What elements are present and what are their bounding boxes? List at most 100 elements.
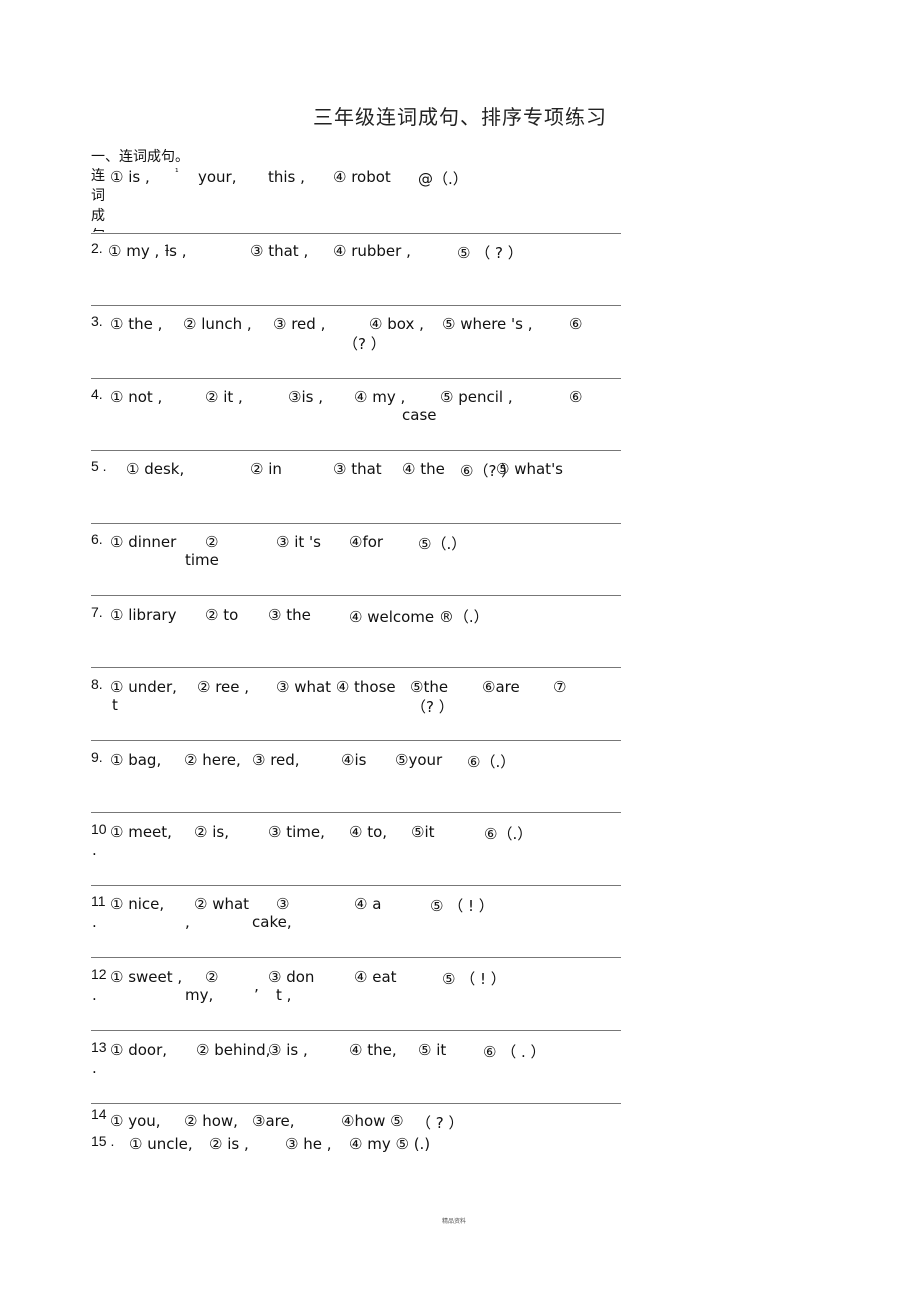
word-token: @（.） [418,170,468,188]
word-token: ④is [341,751,367,769]
word-token: ③ what ④ those [276,678,396,696]
word-token: （ ? ） [416,1114,464,1132]
word-token: ③ don [268,968,315,986]
word-token: ⑥are [482,678,520,696]
question-number: 4. [91,386,103,402]
side-char: 连 [91,168,105,184]
word-token: ⑤the [410,678,449,696]
page-title: 三年级连词成句、排序专项练习 [313,105,607,129]
answer-line[interactable] [91,1103,621,1104]
answer-line[interactable] [91,305,621,306]
question-number: 12 [91,966,107,982]
word-token: ⑥ （ . ） [483,1043,546,1061]
word-token-continued: t [112,696,118,714]
word-token: ① meet, [110,823,172,841]
answer-line[interactable] [91,885,621,886]
word-token-continued: （? ） [411,698,454,716]
word-token: ⑤ （ ? ） [457,244,523,262]
word-token: ③ he , [285,1135,332,1153]
question-number: 9. [91,749,103,765]
word-token-continued: my, [185,986,214,1004]
word-token: ⑤it [411,823,435,841]
word-token: ③ time, [268,823,325,841]
word-token: ② ree , [197,678,250,696]
word-token: ⑤ （ ! ） [430,897,494,915]
word-token: ⑥（.） [484,825,533,843]
word-token: ② [205,533,219,551]
word-token: ② behind, [196,1041,271,1059]
word-token: ② [205,968,219,986]
word-token: ③ red , [273,315,326,333]
question-number: 8. [91,676,103,692]
word-token: ④ eat [354,968,397,986]
question-number: 11 [91,893,106,909]
answer-line[interactable] [91,233,621,234]
word-token: ⑤ pencil , [440,388,513,406]
answer-line[interactable] [91,740,621,741]
word-token: ⑥（.） [467,753,516,771]
word-token: ⑤ where 's , [442,315,533,333]
word-token: ③ the [268,606,311,624]
word-token: ② lunch , [183,315,252,333]
word-token: ③ it 's [276,533,321,551]
word-token-continued: , [185,913,190,931]
question-number: 15 . [91,1133,115,1149]
word-token-continued: time [185,551,219,569]
answer-line[interactable] [91,450,621,451]
word-token: ① door, [110,1041,168,1059]
word-token: ① sweet , [110,968,183,986]
question-number: 3. [91,313,103,329]
word-token: ⑥（? ） [460,462,517,480]
word-token: ④ the [402,460,445,478]
word-token: ③ red, [252,751,300,769]
word-token: ② it , [205,388,243,406]
word-token: ④ rubber , [333,242,411,260]
word-token-continued: （? ） [343,335,386,353]
word-token: ⑤（.） [418,535,467,553]
answer-line[interactable] [91,595,621,596]
word-token: ④ my ⑤ (.) [349,1135,431,1153]
footer-note: 精品资料 [442,1218,467,1225]
word-token-continued: . [92,986,97,1004]
word-token: ④how ⑤ [341,1112,404,1130]
question-number: 5 . [91,458,107,474]
question-number: 7. [91,604,103,620]
side-char: 成 [91,208,105,224]
word-token: ④ robot [333,168,391,186]
answer-line[interactable] [91,667,621,668]
word-token: ① bag, [110,751,162,769]
word-token: ③is , [288,388,323,406]
word-token-continued: case [402,406,437,424]
word-token: ⑦ [553,678,567,696]
word-token: ② what [194,895,250,913]
word-token: ② is , [209,1135,249,1153]
word-token: this , [268,168,305,186]
word-token: ① you, [110,1112,161,1130]
answer-line[interactable] [91,1030,621,1031]
word-token-continued: . [92,841,97,859]
answer-line[interactable] [91,378,621,379]
answer-line[interactable] [91,812,621,813]
word-token: ③ that [333,460,382,478]
word-token: ① under, [110,678,177,696]
side-label: 连 词 成 句 [91,166,107,232]
word-token: ④ a [354,895,382,913]
word-token: ① not , [110,388,163,406]
word-token: is , [165,242,187,260]
answer-line[interactable] [91,523,621,524]
word-token: ¹ [175,168,179,178]
word-token: ④ to, [349,823,388,841]
word-token: ② here, [184,751,241,769]
word-token: ④ my , [354,388,406,406]
word-token-continued: . [92,913,97,931]
word-token: ③ is , [268,1041,308,1059]
word-token: ③ that , [250,242,309,260]
word-token: ① library [110,606,177,624]
word-token: ④ box , [369,315,424,333]
word-token: ⑥ [569,315,583,333]
side-char: 词 [91,188,105,204]
word-token: ② in [250,460,282,478]
word-token: ③are, [252,1112,295,1130]
answer-line[interactable] [91,957,621,958]
word-token: ① nice, [110,895,165,913]
